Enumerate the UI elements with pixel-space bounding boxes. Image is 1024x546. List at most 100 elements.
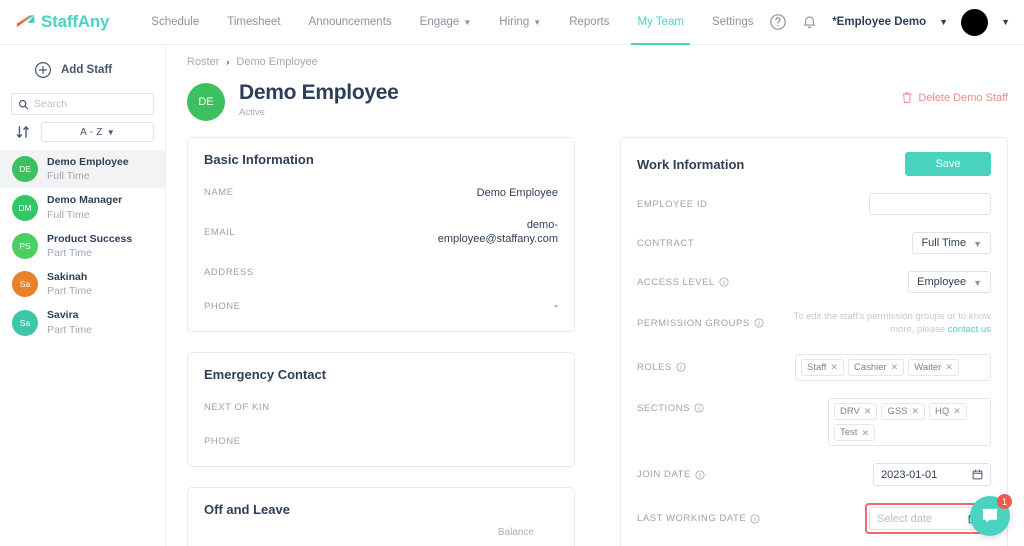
field-label: PHONE — [204, 435, 241, 447]
field-label: EMAIL — [204, 226, 236, 238]
page-title: Demo Employee — [239, 81, 399, 104]
staff-list-item-savira[interactable]: Sa Savira Part Time — [0, 303, 165, 341]
tag-label: Waiter — [914, 361, 942, 373]
remove-tag-icon[interactable]: ✕ — [945, 361, 953, 374]
chevron-down-icon: ▼ — [106, 128, 115, 137]
info-icon[interactable] — [694, 403, 704, 413]
tag-label: Test — [840, 427, 858, 439]
section-tag[interactable]: Test ✕ — [834, 424, 875, 442]
tag-label: Staff — [807, 361, 827, 373]
search-icon — [18, 99, 29, 109]
field-label-text: LAST WORKING DATE — [637, 513, 747, 525]
field-access-level: ACCESS LEVEL Employee ▼ — [637, 271, 991, 293]
staff-list: DE Demo Employee Full Time DM Demo Manag… — [0, 150, 165, 342]
page-body: Add Staff A - Z ▼ DE — [0, 45, 1024, 546]
add-staff-button[interactable]: Add Staff — [0, 55, 165, 85]
staff-list-item-product-success[interactable]: PS Product Success Part Time — [0, 227, 165, 265]
roles-tag-input[interactable]: Staff ✕ Cashier ✕ Waiter ✕ — [795, 353, 991, 381]
chevron-down-icon[interactable]: ▼ — [1001, 17, 1010, 27]
join-date-input[interactable]: 2023-01-01 — [873, 463, 991, 487]
avatar: Sa — [12, 309, 38, 336]
access-level-select[interactable]: Employee ▼ — [908, 271, 991, 293]
staff-list-item-demo-employee[interactable]: DE Demo Employee Full Time — [0, 150, 165, 189]
breadcrumb-root[interactable]: Roster — [187, 56, 219, 68]
staff-name: Sakinah — [47, 271, 88, 284]
info-icon[interactable] — [695, 470, 705, 480]
remove-tag-icon[interactable]: ✕ — [912, 405, 920, 418]
calendar-icon — [972, 470, 983, 480]
avatar: DE — [187, 83, 225, 121]
cards-grid: Basic Information NAME Demo Employee EMA… — [166, 121, 1024, 546]
chevron-down-icon[interactable]: ▼ — [939, 17, 948, 27]
nav-item-my-team[interactable]: My Team — [623, 0, 697, 45]
card-title: Emergency Contact — [204, 366, 327, 382]
nav-label: My Team — [637, 16, 684, 28]
help-circle-icon[interactable] — [768, 13, 787, 32]
nav-label: Settings — [711, 16, 754, 28]
sections-tag-input[interactable]: DRV ✕ GSS ✕ HQ ✕ Test ✕ — [828, 397, 991, 447]
staff-list-item-demo-manager[interactable]: DM Demo Manager Full Time — [0, 188, 165, 226]
staff-name: Product Success — [47, 232, 133, 245]
field-label: ADDRESS — [204, 266, 254, 278]
delete-demo-staff-button[interactable]: Delete Demo Staff — [901, 91, 1008, 104]
remove-tag-icon[interactable]: ✕ — [861, 427, 869, 440]
contact-us-link[interactable]: contact us — [948, 324, 991, 335]
main-content: Roster › Demo Employee DE Demo Employee … — [166, 45, 1024, 546]
field-emergency-phone: PHONE — [204, 433, 558, 450]
info-icon[interactable] — [754, 318, 764, 328]
role-tag[interactable]: Staff ✕ — [801, 358, 844, 376]
field-contract: CONTRACT Full Time ▼ — [637, 232, 991, 254]
section-tag[interactable]: HQ ✕ — [929, 402, 967, 421]
brand-logo[interactable]: StaffAny — [16, 12, 109, 32]
breadcrumb-current: Demo Employee — [236, 56, 318, 68]
card-title: Basic Information — [204, 152, 314, 167]
field-address: ADDRESS — [204, 264, 558, 281]
field-label: JOIN DATE — [637, 469, 705, 480]
contract-value: Full Time — [921, 237, 967, 249]
remove-tag-icon[interactable]: ✕ — [864, 405, 872, 418]
nav-item-engage[interactable]: Engage ▼ — [406, 0, 486, 45]
nav-item-announcements[interactable]: Announcements — [295, 0, 406, 45]
nav-item-hiring[interactable]: Hiring ▼ — [485, 0, 555, 45]
bell-icon[interactable] — [800, 13, 819, 32]
info-icon[interactable] — [676, 362, 686, 372]
remove-tag-icon[interactable]: ✕ — [953, 405, 961, 418]
section-tag[interactable]: DRV ✕ — [834, 402, 878, 421]
chat-unread-badge: 1 — [997, 494, 1012, 509]
staff-list-item-sakinah[interactable]: Sa Sakinah Part Time — [0, 265, 165, 303]
join-date-value: 2023-01-01 — [881, 468, 938, 481]
staff-contract-type: Part Time — [47, 285, 92, 298]
nav-item-schedule[interactable]: Schedule — [137, 0, 213, 45]
staff-name: Savira — [47, 309, 79, 322]
nav-item-reports[interactable]: Reports — [555, 0, 623, 45]
chevron-down-icon: ▼ — [533, 18, 542, 27]
role-tag[interactable]: Cashier ✕ — [847, 358, 905, 376]
contract-select[interactable]: Full Time ▼ — [912, 232, 991, 254]
nav-item-settings[interactable]: Settings — [698, 0, 768, 45]
search-box[interactable] — [11, 93, 154, 115]
tag-label: DRV — [840, 405, 860, 417]
remove-tag-icon[interactable]: ✕ — [891, 361, 899, 374]
field-name: NAME Demo Employee — [204, 184, 558, 201]
section-tag[interactable]: GSS ✕ — [881, 402, 926, 421]
avatar[interactable] — [961, 8, 989, 36]
staff-contract-type: Full Time — [47, 208, 90, 221]
chat-widget-button[interactable]: 1 — [970, 494, 1012, 536]
sort-arrows-icon[interactable] — [15, 124, 31, 140]
chevron-down-icon: ▼ — [463, 18, 472, 27]
info-icon[interactable] — [750, 514, 760, 524]
avatar-initials: DE — [198, 96, 214, 108]
nav-item-timesheet[interactable]: Timesheet — [213, 0, 294, 45]
save-button[interactable]: Save — [905, 152, 991, 176]
search-input[interactable] — [34, 98, 147, 110]
role-tag[interactable]: Waiter ✕ — [908, 358, 959, 376]
field-label-text: ROLES — [637, 361, 672, 373]
remove-tag-icon[interactable]: ✕ — [830, 361, 838, 374]
staff-name: Demo Manager — [47, 194, 123, 207]
account-name[interactable]: *Employee Demo — [832, 16, 926, 28]
field-label-text: SECTIONS — [637, 402, 690, 414]
sort-order-select[interactable]: A - Z ▼ — [41, 122, 154, 142]
info-icon[interactable] — [719, 277, 729, 287]
field-join-date: JOIN DATE 2023-01-01 — [637, 463, 991, 487]
employee-id-input[interactable] — [869, 193, 991, 215]
